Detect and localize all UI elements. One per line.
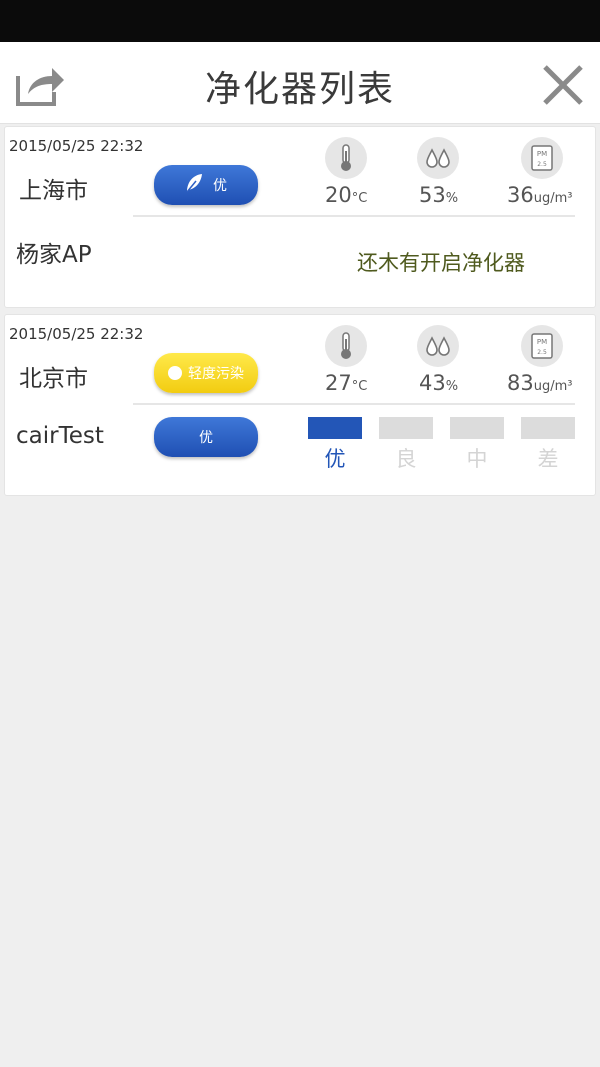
svg-text:2.5: 2.5 [537,161,547,168]
pm25-value: 36ug/m³ [507,183,573,207]
humidity-value: 53% [419,183,459,207]
humidity-value: 43% [419,371,459,395]
purifier-status-button[interactable]: 优 [154,417,258,457]
page-title: 净化器列表 [204,69,395,110]
temperature-value: 20°C [325,183,368,207]
level-label-good: 良 [395,447,417,471]
level-label-moderate: 中 [466,447,488,471]
device-name: cairTest [16,423,104,449]
purifier-status-label: 优 [199,430,213,446]
dot-icon [168,366,182,380]
humidity-icon [417,137,459,179]
level-bar-good [379,417,433,439]
air-quality-badge[interactable]: 轻度污染 [154,353,258,393]
divider [133,215,575,217]
purifier-card[interactable]: 2015/05/25 22:32 上海市 优 20°C 53% PM 2.5 3… [4,126,596,308]
status-bar [0,0,600,42]
level-bar-poor [521,417,575,439]
temperature-value: 27°C [325,371,368,395]
level-label-excellent: 优 [324,447,346,471]
svg-text:2.5: 2.5 [537,349,547,356]
air-quality-badge[interactable]: 优 [154,165,258,205]
divider [133,403,575,405]
city-name: 上海市 [19,178,88,204]
level-label-poor: 差 [537,447,559,471]
header: 净化器列表 [0,42,600,124]
purifier-card[interactable]: 2015/05/25 22:32 北京市 轻度污染 27°C 43% PM 2.… [4,314,596,496]
pm25-icon: PM 2.5 [521,325,563,367]
svg-text:PM: PM [537,338,547,346]
level-bar-moderate [450,417,504,439]
timestamp: 2015/05/25 22:32 [9,137,144,155]
timestamp: 2015/05/25 22:32 [9,325,144,343]
pm25-icon: PM 2.5 [521,137,563,179]
thermometer-icon [325,325,367,367]
city-name: 北京市 [19,366,88,392]
device-name: 杨家AP [16,242,92,268]
leaf-icon [185,172,203,198]
level-bar-excellent [308,417,362,439]
svg-text:PM: PM [537,150,547,158]
pm25-value: 83ug/m³ [507,371,573,395]
air-quality-label: 轻度污染 [188,366,244,382]
close-icon[interactable] [538,60,588,110]
air-quality-label: 优 [213,178,227,194]
thermometer-icon [325,137,367,179]
purifier-off-message: 还木有开启净化器 [357,251,525,275]
humidity-icon [417,325,459,367]
